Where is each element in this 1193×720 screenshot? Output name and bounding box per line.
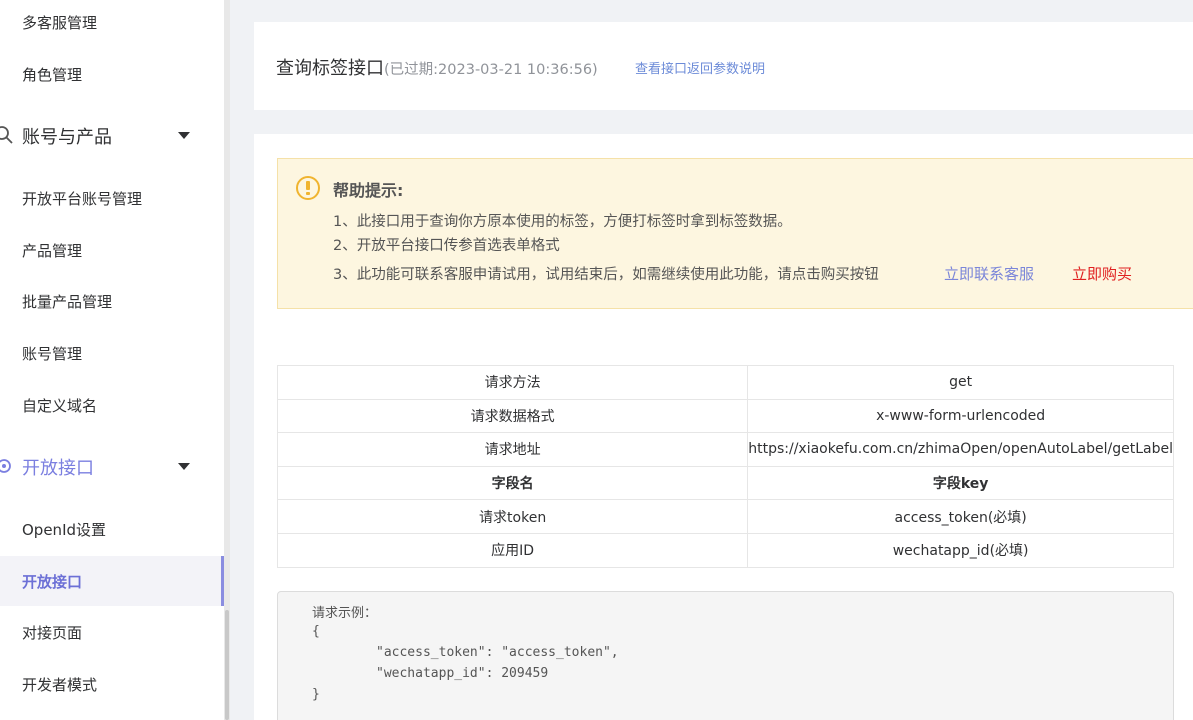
sidebar-item-label: 多客服管理 xyxy=(22,13,98,32)
params-table: 请求方法 get 请求数据格式 x-www-form-urlencoded 请求地址… xyxy=(276,365,1174,568)
table-cell: get xyxy=(747,365,1174,400)
sidebar-item-label: OpenId设置 xyxy=(22,520,107,539)
sidebar-item-openid-settings[interactable]: OpenId设置 xyxy=(0,504,224,554)
sidebar-group-label: 开放接口 xyxy=(22,458,94,479)
sidebar-scrollbar-thumb[interactable] xyxy=(225,610,229,720)
buy-now-link[interactable]: 立即购买 xyxy=(1072,263,1132,284)
main-content: 帮助提示: 1、此接口用于查询你方原本使用的标签，方便打标签时拿到标签数据。 2… xyxy=(254,134,1193,720)
help-line-1: 1、此接口用于查询你方原本使用的标签，方便打标签时拿到标签数据。 xyxy=(333,214,792,230)
sidebar-item-label: 批量产品管理 xyxy=(22,292,113,311)
sidebar-item-products[interactable]: 产品管理 xyxy=(0,225,224,275)
sidebar-item-label: 产品管理 xyxy=(22,241,83,260)
code-line: "access_token": "access_token", xyxy=(376,645,619,660)
code-line: 请求示例： xyxy=(312,606,378,621)
table-cell: 请求数据格式 xyxy=(276,398,749,434)
table-row: 请求地址 https://xiaokefu.com.cn/zhimaOpen/op… xyxy=(276,432,1174,467)
help-title: 帮助提示: xyxy=(333,181,404,200)
table-cell: 应用ID xyxy=(276,532,749,568)
sidebar-item-label: 开放接口 xyxy=(22,572,83,591)
sidebar-group-open-api[interactable]: 开放接口 xyxy=(0,439,224,495)
table-cell: 请求方法 xyxy=(276,365,749,400)
table-header-cell: 字段名 xyxy=(276,465,749,501)
sidebar-item-developer-mode[interactable]: 开发者模式 xyxy=(0,659,224,709)
sidebar-item-open-api[interactable]: 开放接口 xyxy=(0,556,224,606)
code-line: { xyxy=(312,624,320,639)
api-doc-link[interactable]: 查看接口返回参数说明 xyxy=(635,58,765,77)
table-cell: wechatapp_id(必填) xyxy=(747,532,1174,568)
sidebar-item-batch-products[interactable]: 批量产品管理 xyxy=(0,276,224,326)
contact-service-link[interactable]: 立即联系客服 xyxy=(944,263,1034,284)
sidebar-group-label: 账号与产品 xyxy=(22,127,112,148)
table-header-cell: 字段key xyxy=(747,465,1174,501)
user-search-icon xyxy=(0,126,13,144)
table-row: 应用ID wechatapp_id(必填) xyxy=(276,532,1174,568)
sidebar-item-accounts[interactable]: 账号管理 xyxy=(0,328,224,378)
help-tip-box: 帮助提示: 1、此接口用于查询你方原本使用的标签，方便打标签时拿到标签数据。 2… xyxy=(277,158,1193,309)
table-cell: access_token(必填) xyxy=(747,499,1174,534)
sidebar: 多客服管理 角色管理 账号与产品 开放平台账号管理 产品管理 批量产品管理 账号… xyxy=(0,0,224,720)
table-header-row: 字段名 字段key xyxy=(276,465,1174,501)
sidebar-item-customer-service[interactable]: 多客服管理 xyxy=(0,0,224,47)
warning-icon xyxy=(296,176,320,200)
sidebar-item-label: 开发者模式 xyxy=(22,675,98,694)
expire-status: (已过期:2023-03-21 10:36:56) xyxy=(384,62,598,78)
table-row: 请求方法 get xyxy=(276,365,1174,400)
table-row: 请求token access_token(必填) xyxy=(276,499,1174,534)
caret-down-icon xyxy=(178,463,190,470)
sidebar-item-label: 账号管理 xyxy=(22,344,83,363)
table-cell: https://xiaokefu.com.cn/zhimaOpen/openAu… xyxy=(747,432,1174,467)
sidebar-item-label: 自定义域名 xyxy=(22,396,98,415)
table-row: 请求数据格式 x-www-form-urlencoded xyxy=(276,398,1174,434)
help-line-2: 2、开放平台接口传参首选表单格式 xyxy=(333,238,560,254)
sidebar-item-label: 角色管理 xyxy=(22,65,83,84)
sidebar-group-account-product[interactable]: 账号与产品 xyxy=(0,108,224,164)
sidebar-item-custom-domain[interactable]: 自定义域名 xyxy=(0,380,224,430)
sidebar-item-integration-page[interactable]: 对接页面 xyxy=(0,607,224,657)
table-cell: x-www-form-urlencoded xyxy=(747,398,1174,434)
code-line: } xyxy=(312,687,320,702)
code-line: "wechatapp_id": 209459 xyxy=(376,666,549,681)
help-line-3: 3、此功能可联系客服申请试用，试用结束后，如需继续使用此功能，请点击购买按钮 xyxy=(333,267,879,283)
sidebar-item-open-platform-account[interactable]: 开放平台账号管理 xyxy=(0,173,224,223)
sidebar-item-label: 对接页面 xyxy=(22,623,83,642)
page-title-text: 查询标签接口 xyxy=(276,58,384,79)
plugin-icon xyxy=(0,459,11,473)
sidebar-item-roles[interactable]: 角色管理 xyxy=(0,49,224,99)
sidebar-item-label: 开放平台账号管理 xyxy=(22,189,143,208)
caret-down-icon xyxy=(178,132,190,139)
table-cell: 请求地址 xyxy=(276,432,749,467)
page-title: 查询标签接口(已过期:2023-03-21 10:36:56) xyxy=(276,54,598,80)
header-card: 查询标签接口(已过期:2023-03-21 10:36:56) 查看接口返回参数… xyxy=(254,22,1193,110)
request-example-code: 请求示例： { "access_token": "access_token", … xyxy=(277,591,1174,720)
table-cell: 请求token xyxy=(276,499,749,534)
